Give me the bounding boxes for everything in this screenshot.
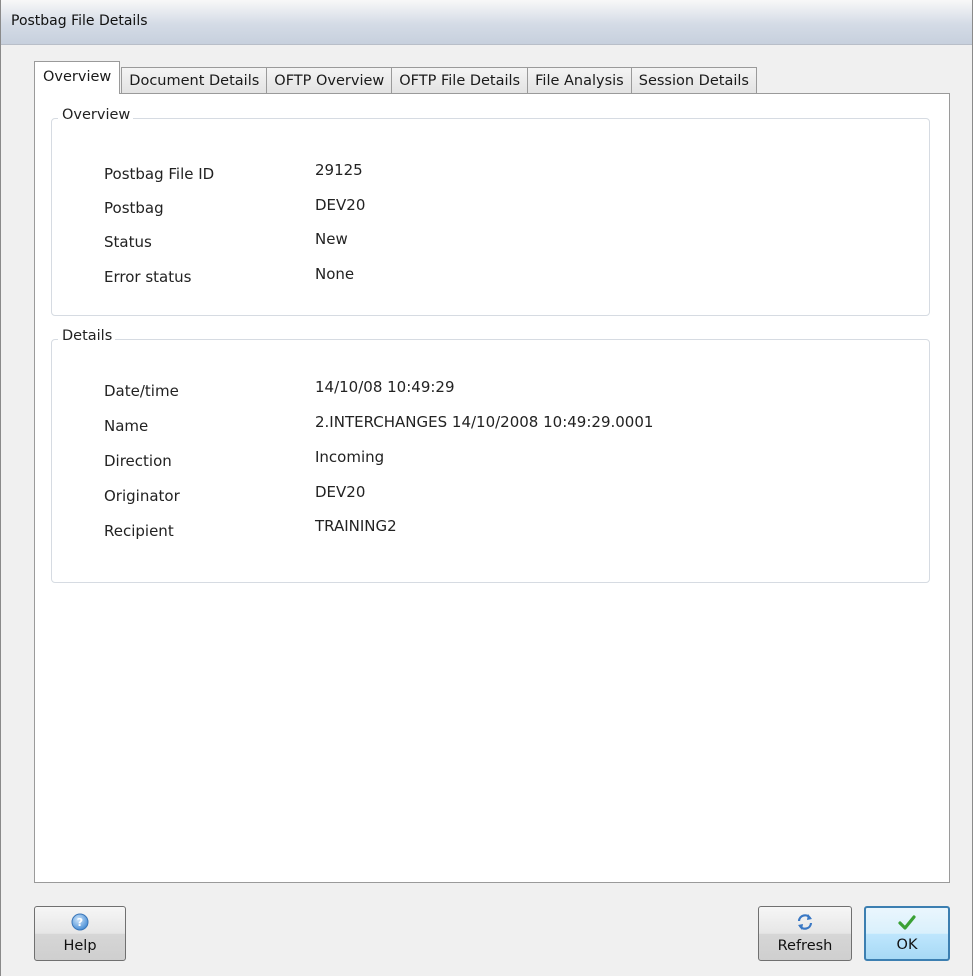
tab-session-details[interactable]: Session Details <box>630 67 757 94</box>
field-label-recipient: Recipient <box>104 522 174 540</box>
field-value-direction: Incoming <box>315 448 385 466</box>
field-label-date-time: Date/time <box>104 382 179 400</box>
field-label-postbag-file-id: Postbag File ID <box>104 165 215 183</box>
field-value-originator: DEV20 <box>315 483 366 501</box>
field-label-postbag: Postbag <box>104 199 164 217</box>
field-value-error-status: None <box>315 265 355 283</box>
overview-group-legend: Overview <box>58 107 134 123</box>
help-button-label: Help <box>63 938 97 954</box>
tab-strip: Overview Document Details OFTP Overview … <box>34 61 757 94</box>
field-value-status: New <box>315 230 348 248</box>
overview-group: Overview Postbag File ID 29125 Postbag D… <box>51 107 930 316</box>
field-value-postbag-file-id: 29125 <box>315 161 363 179</box>
tab-page-overview: Overview Postbag File ID 29125 Postbag D… <box>34 93 950 883</box>
tab-oftp-file-details[interactable]: OFTP File Details <box>391 67 529 94</box>
help-icon: ? <box>35 913 125 931</box>
field-value-recipient: TRAINING2 <box>315 517 397 535</box>
field-label-status: Status <box>104 233 152 251</box>
field-label-direction: Direction <box>104 452 172 470</box>
details-group-legend: Details <box>58 328 116 344</box>
field-label-originator: Originator <box>104 487 180 505</box>
svg-text:?: ? <box>77 916 83 929</box>
refresh-icon <box>759 913 851 931</box>
refresh-button[interactable]: Refresh <box>758 906 852 961</box>
field-value-name: 2.INTERCHANGES 14/10/2008 10:49:29.0001 <box>315 413 654 431</box>
tab-document-details[interactable]: Document Details <box>121 67 268 94</box>
field-label-error-status: Error status <box>104 268 192 286</box>
checkmark-icon <box>866 914 948 932</box>
field-label-name: Name <box>104 417 149 435</box>
window-title: Postbag File Details <box>11 13 148 29</box>
field-value-postbag: DEV20 <box>315 196 366 214</box>
tab-file-analysis[interactable]: File Analysis <box>527 67 632 94</box>
title-bar[interactable]: Postbag File Details <box>1 0 972 45</box>
ok-button[interactable]: OK <box>864 906 950 961</box>
field-value-date-time: 14/10/08 10:49:29 <box>315 378 455 396</box>
ok-button-label: OK <box>896 937 918 953</box>
tab-oftp-overview[interactable]: OFTP Overview <box>266 67 393 94</box>
details-group: Details Date/time 14/10/08 10:49:29 Name… <box>51 328 930 583</box>
help-button[interactable]: ? Help <box>34 906 126 961</box>
refresh-button-label: Refresh <box>777 938 833 954</box>
dialog-window: Postbag File Details Overview Document D… <box>0 0 973 976</box>
tab-overview[interactable]: Overview <box>34 61 121 94</box>
